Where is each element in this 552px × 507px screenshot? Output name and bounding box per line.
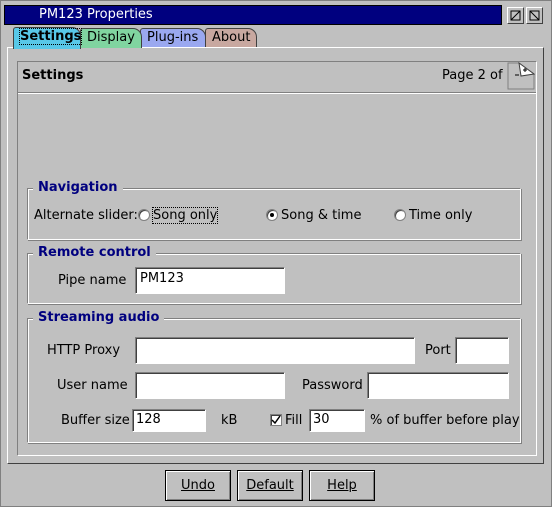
password-label: Password [302,378,363,393]
fill-checkbox-box[interactable] [270,414,282,426]
undo-button[interactable]: Undo [165,470,231,501]
navigation-group-title: Navigation [33,180,123,195]
radio-time-only[interactable]: Time only [393,207,473,225]
undo-button-label: Undo [181,478,215,493]
fill-label: Fill [285,413,303,428]
tab-plug-ins-label: Plug-ins [147,30,199,45]
help-button[interactable]: Help [309,470,375,501]
fill-checkbox[interactable]: Fill [270,411,306,429]
window-title: PM123 Properties [39,7,153,22]
port-field[interactable] [455,337,509,364]
fill-suffix-label: % of buffer before play [370,413,520,428]
tab-display-front[interactable]: Display [80,28,142,48]
pipe-name-field[interactable]: PM123 [135,267,285,294]
page-header-separator [18,92,536,94]
tab-settings[interactable]: Settings [13,27,83,49]
radio-song-only-circle[interactable] [138,209,150,221]
port-label: Port [425,343,451,358]
tab-about-label: About [212,30,251,45]
tab-settings-label: Settings [18,28,83,45]
pipe-name-label: Pipe name [58,273,127,288]
password-field[interactable] [367,372,509,399]
maximize-button[interactable] [526,7,543,24]
fill-percent-field[interactable]: 30 [309,409,365,432]
page-title: Settings [22,68,84,83]
maximize-icon [529,10,540,21]
page-turn-icon[interactable] [507,61,536,90]
radio-song-only-label: Song only [151,207,219,224]
radio-song-only[interactable]: Song only [137,207,219,225]
default-button[interactable]: Default [237,470,303,501]
title-bar[interactable]: PM123 Properties [4,5,502,25]
http-proxy-field[interactable] [135,337,415,364]
remote-control-group-title: Remote control [33,245,156,260]
radio-time-only-label: Time only [409,208,473,223]
streaming-audio-group-title: Streaming audio [33,310,165,325]
tab-plug-ins[interactable]: Plug-ins [140,28,206,48]
checkmark-icon [271,415,281,425]
tab-display-label-front: Display [87,30,135,45]
default-button-label: Default [246,478,294,493]
alternate-slider-label: Alternate slider: [34,208,138,223]
buffer-unit-label: kB [221,413,238,428]
buffer-size-label: Buffer size [61,413,130,428]
page-indicator: Page 2 of 2 [442,68,515,83]
user-name-field[interactable] [135,372,285,399]
radio-selected-dot [270,213,274,217]
radio-song-and-time-circle[interactable] [266,209,278,221]
minimize-button[interactable] [507,7,524,24]
buffer-size-field[interactable]: 128 [132,409,206,432]
radio-song-and-time[interactable]: Song & time [265,207,361,225]
radio-time-only-circle[interactable] [394,209,406,221]
minimize-icon [510,10,521,21]
radio-song-and-time-label: Song & time [281,208,362,223]
user-name-label: User name [57,378,128,393]
help-button-label: Help [327,478,357,493]
tab-about[interactable]: About [205,28,257,48]
http-proxy-label: HTTP Proxy [47,343,121,358]
